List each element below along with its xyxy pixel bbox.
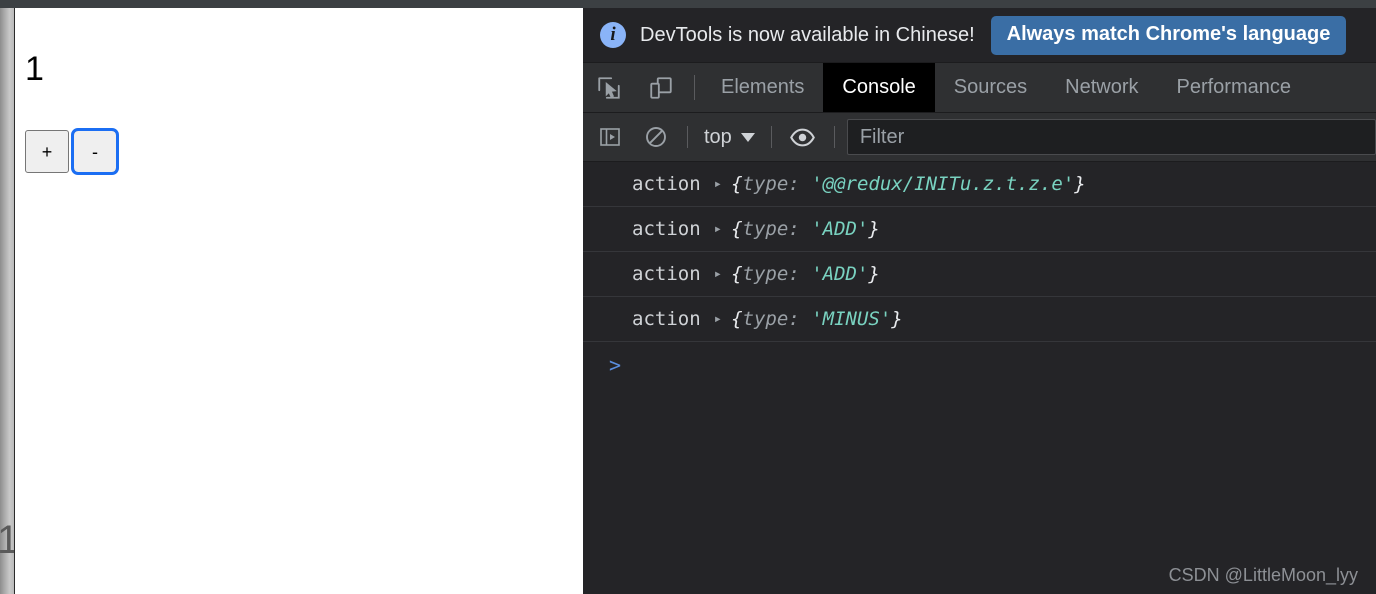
log-close-brace: }	[1074, 173, 1086, 195]
chevron-down-icon	[740, 132, 755, 142]
tabbar-divider	[694, 75, 695, 100]
counter-button-row: + -	[25, 128, 119, 175]
log-close-brace: }	[891, 308, 903, 330]
inspect-element-icon[interactable]	[583, 63, 635, 112]
match-chrome-language-button[interactable]: Always match Chrome's language	[990, 15, 1347, 55]
live-expression-eye-icon[interactable]	[780, 113, 826, 161]
log-string-value: 'MINUS'	[811, 308, 892, 330]
log-key: type:	[742, 218, 800, 240]
console-filter-placeholder: Filter	[859, 125, 905, 148]
console-toolbar-divider-2	[770, 126, 772, 148]
web-page-pane: 1 1 + -	[0, 8, 583, 594]
log-label: action	[632, 308, 701, 330]
console-message-row[interactable]: action ▸ {type: 'ADD'}	[583, 207, 1376, 252]
tab-console[interactable]: Console	[823, 63, 935, 112]
log-key: type:	[742, 308, 800, 330]
console-message-list[interactable]: action ▸ {type: '@@redux/INITu.z.t.z.e'}…	[583, 162, 1376, 594]
devtools-language-banner: i DevTools is now available in Chinese! …	[583, 8, 1376, 63]
console-toolbar-divider	[687, 126, 688, 148]
console-prompt-caret-icon[interactable]: >	[609, 353, 621, 377]
tab-performance[interactable]: Performance	[1158, 63, 1311, 112]
console-sidebar-icon[interactable]	[587, 113, 633, 161]
decrement-button[interactable]: -	[71, 128, 119, 175]
log-label: action	[632, 263, 701, 285]
console-filter-input[interactable]: Filter	[846, 119, 1376, 155]
tab-sources[interactable]: Sources	[935, 63, 1046, 112]
log-label: action	[632, 218, 701, 240]
counter-value: 1	[25, 50, 44, 88]
increment-button[interactable]: +	[25, 130, 69, 173]
viewport-split: 1 1 + - i DevTools is now available in C…	[0, 8, 1376, 594]
console-toolbar-divider-3	[833, 126, 835, 148]
expand-triangle-icon[interactable]: ▸	[714, 176, 722, 192]
banner-message: DevTools is now available in Chinese!	[640, 23, 975, 46]
console-message-row[interactable]: action ▸ {type: 'MINUS'}	[583, 297, 1376, 342]
log-string-value: 'ADD'	[811, 263, 869, 285]
devtools-panel: i DevTools is now available in Chinese! …	[583, 8, 1376, 594]
tab-network[interactable]: Network	[1046, 63, 1157, 112]
console-message-row[interactable]: action ▸ {type: 'ADD'}	[583, 252, 1376, 297]
tab-elements[interactable]: Elements	[702, 63, 823, 112]
javascript-context-selector[interactable]: top	[696, 126, 763, 149]
info-icon: i	[600, 22, 626, 48]
clear-console-icon[interactable]	[633, 113, 679, 161]
gutter-ghost-character: 1	[0, 518, 14, 562]
expand-triangle-icon[interactable]: ▸	[714, 221, 722, 237]
console-toolbar: top Filter	[583, 113, 1376, 162]
context-label: top	[704, 125, 732, 148]
log-key: type:	[742, 173, 800, 195]
log-string-value: 'ADD'	[811, 218, 869, 240]
log-open-brace: {	[731, 308, 743, 330]
log-close-brace: }	[868, 218, 880, 240]
watermark: CSDN @LittleMoon_lyy	[1168, 565, 1358, 585]
log-key: type:	[742, 263, 800, 285]
log-open-brace: {	[731, 218, 743, 240]
console-message-row[interactable]: action ▸ {type: '@@redux/INITu.z.t.z.e'}	[583, 162, 1376, 207]
page-canvas: 1 + -	[14, 8, 583, 594]
expand-triangle-icon[interactable]: ▸	[714, 311, 722, 327]
log-label: action	[632, 173, 701, 195]
expand-triangle-icon[interactable]: ▸	[714, 266, 722, 282]
log-open-brace: {	[731, 263, 743, 285]
log-string-value: '@@redux/INITu.z.t.z.e'	[811, 173, 1075, 195]
page-left-gutter: 1	[0, 8, 14, 594]
devtools-tabbar: Elements Console Sources Network Perform…	[583, 63, 1376, 113]
device-toolbar-icon[interactable]	[635, 63, 687, 112]
browser-chrome-strip	[0, 0, 1376, 8]
screen-root: 1 1 + - i DevTools is now available in C…	[0, 0, 1376, 594]
console-prompt-row[interactable]: >	[583, 342, 1376, 387]
log-close-brace: }	[868, 263, 880, 285]
log-open-brace: {	[731, 173, 743, 195]
